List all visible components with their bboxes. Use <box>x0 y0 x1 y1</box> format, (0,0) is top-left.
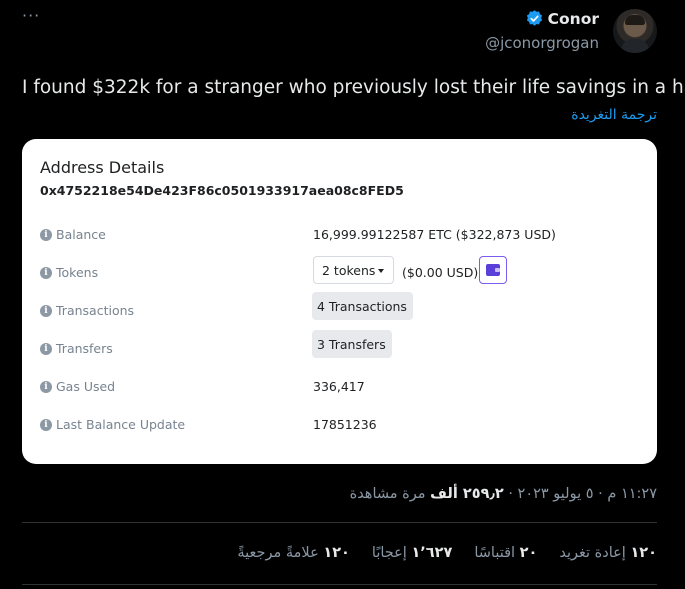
avatar-hair <box>625 15 645 25</box>
tokens-row: i Tokens 2 tokens ($0.00 USD) <box>40 256 640 285</box>
info-icon: i <box>40 381 52 393</box>
balance-row: i Balance 16,999.99122587 ETC ($322,873 … <box>40 227 640 247</box>
translate-tweet-link[interactable]: ترجمة التغريدة <box>571 107 657 123</box>
gas-used-label: Gas Used <box>56 379 116 394</box>
likes-label: إعجابًا <box>371 545 407 561</box>
divider <box>22 584 657 585</box>
last-balance-update-row: i Last Balance Update 17851236 <box>40 417 640 437</box>
author-display-name[interactable]: Conor <box>548 10 599 28</box>
gas-used-value: 336,417 <box>313 379 365 394</box>
divider <box>22 522 657 523</box>
transfers-row: i Transfers 3 Transfers <box>40 330 640 361</box>
quotes-count: ٢٠ <box>519 545 538 561</box>
transfers-button[interactable]: 3 Transfers <box>312 330 392 358</box>
bookmarks-label: علامةً مرجعيةً <box>237 545 319 561</box>
tweet-header: ··· Conor @jconorgrogan <box>0 0 685 60</box>
likes-count: ١٬٦٢٧ <box>411 545 453 561</box>
avatar-shirt <box>621 39 649 53</box>
author-avatar[interactable] <box>613 9 657 53</box>
info-icon: i <box>40 343 52 355</box>
balance-label: Balance <box>56 227 106 242</box>
info-icon: i <box>40 229 52 241</box>
transactions-label: Transactions <box>56 303 135 318</box>
caret-down-icon <box>378 269 384 273</box>
wallet-button[interactable] <box>479 256 507 284</box>
more-options-button[interactable]: ··· <box>22 6 40 25</box>
tweet-text: I found $322k for a stranger who previou… <box>22 77 685 98</box>
bookmarks-stat[interactable]: ١٢٠ علامةً مرجعيةً <box>237 545 350 561</box>
author-name-row[interactable]: Conor <box>525 9 599 28</box>
transfers-label: Transfers <box>56 341 113 356</box>
tokens-usd-value: ($0.00 USD) <box>402 265 479 280</box>
quotes-stat[interactable]: ٢٠ اقتباسًا <box>474 545 537 561</box>
transactions-row: i Transactions 4 Transactions <box>40 292 640 323</box>
bookmarks-count: ١٢٠ <box>323 545 350 561</box>
retweets-count: ١٢٠ <box>630 545 657 561</box>
transactions-button[interactable]: 4 Transactions <box>312 292 413 320</box>
last-balance-update-label: Last Balance Update <box>56 417 186 432</box>
info-icon: i <box>40 419 52 431</box>
wallet-icon <box>486 264 500 276</box>
address-details-card[interactable]: Address Details 0x4752218e54De423F86c050… <box>22 139 657 464</box>
views-count: ٢٥٩٫٢ ألف <box>430 486 504 502</box>
tweet-meta: ١١:٢٧ م · ٥ يوليو ٢٠٢٣ · ٢٥٩٫٢ ألف مرة م… <box>350 486 657 502</box>
last-balance-update-value: 17851236 <box>313 417 377 432</box>
author-handle[interactable]: @jconorgrogan <box>485 34 599 52</box>
info-icon: i <box>40 305 52 317</box>
balance-value: 16,999.99122587 ETC ($322,873 USD) <box>313 227 556 242</box>
views-label: مرة مشاهدة <box>349 486 431 502</box>
verified-badge-icon <box>526 10 542 26</box>
tokens-dropdown[interactable]: 2 tokens <box>313 256 394 284</box>
tweet-timestamp[interactable]: ١١:٢٧ م · ٥ يوليو ٢٠٢٣ · <box>504 486 657 502</box>
retweets-stat[interactable]: ١٢٠ إعادة تغريد <box>559 545 657 561</box>
retweets-label: إعادة تغريد <box>559 545 626 561</box>
tokens-dropdown-value: 2 tokens <box>322 263 376 278</box>
info-icon: i <box>40 267 52 279</box>
tokens-label: Tokens <box>56 265 99 280</box>
gas-used-row: i Gas Used 336,417 <box>40 379 640 399</box>
card-address: 0x4752218e54De423F86c0501933917aea08c8FE… <box>40 183 404 198</box>
engagement-stats: ١٢٠ إعادة تغريد ٢٠ اقتباسًا ١٬٦٢٧ إعجابً… <box>237 545 657 561</box>
card-title: Address Details <box>40 158 165 177</box>
quotes-label: اقتباسًا <box>474 545 516 561</box>
likes-stat[interactable]: ١٬٦٢٧ إعجابًا <box>372 545 452 561</box>
